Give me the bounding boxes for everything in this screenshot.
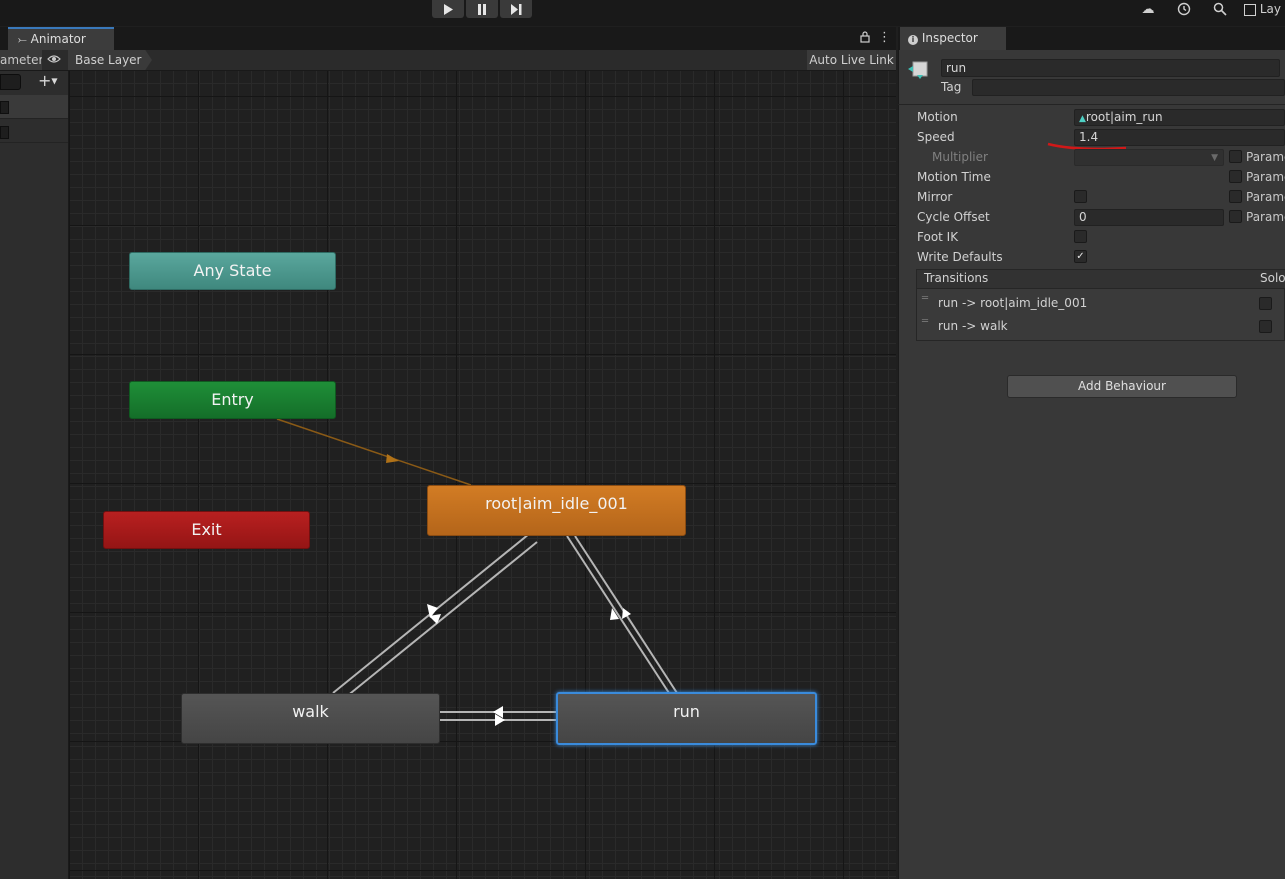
speed-label: Speed [917,130,955,144]
history-icon[interactable] [1174,2,1194,20]
entry-node[interactable]: Entry [129,381,336,419]
checkmark-icon: ✓ [1076,251,1085,262]
tag-input[interactable] [972,79,1285,96]
transition-row[interactable]: ═ run -> walk [917,316,1285,336]
parameter-label: Parame [1246,150,1285,164]
motion-field[interactable]: ▲root|aim_run [1074,109,1285,126]
motion-label: Motion [917,110,958,124]
tab-animator[interactable]: ⤚ Animator [8,27,114,50]
transition-lines [276,418,678,726]
drag-handle-icon: ═ [922,316,929,327]
animator-icon: ⤚ [18,33,27,46]
state-node-walk[interactable]: walk [181,693,440,744]
write-defaults-label: Write Defaults [917,250,1003,264]
solo-header-label: Solo [1260,271,1285,285]
tab-inspector[interactable]: i Inspector [900,27,1006,50]
write-defaults-checkbox[interactable]: ✓ [1074,250,1087,263]
motion-time-parameter-checkbox[interactable] [1229,170,1242,183]
parameter-label: Parame [1246,210,1285,224]
cloud-icon[interactable]: ☁ [1138,2,1158,20]
play-button[interactable] [432,0,464,18]
multiplier-label: Multiplier [932,150,988,164]
breadcrumb-base-layer[interactable]: Base Layer [68,50,152,70]
transition-idle-to-run[interactable] [566,535,670,694]
solo-checkbox[interactable] [1259,297,1272,310]
tab-parameters[interactable]: ameters [0,50,42,70]
pause-button[interactable] [466,0,498,18]
add-parameter-button[interactable]: +▼ [38,73,64,89]
auto-live-link-button[interactable]: Auto Live Link [807,50,896,70]
separator [898,104,1285,105]
layers-dropdown[interactable]: Lay [1244,2,1285,20]
parameters-search-input[interactable] [0,74,21,90]
transition-arrow [386,454,399,463]
cycle-offset-input[interactable]: 0 [1074,209,1224,226]
chevron-down-icon: ▼ [51,76,58,86]
parameter-row[interactable] [0,119,68,143]
chevron-down-icon: ▼ [1211,153,1218,163]
transition-row[interactable]: ═ run -> root|aim_idle_001 [917,293,1285,313]
drag-handle-icon: ═ [922,293,929,304]
layers-icon [1244,3,1256,16]
foot-ik-label: Foot IK [917,230,959,244]
transition-entry-to-idle[interactable] [276,418,472,486]
transition-idle-to-walk[interactable] [340,541,538,702]
pause-icon [478,3,486,15]
default-state-node-idle[interactable]: root|aim_idle_001 [427,485,686,536]
lock-icon[interactable] [860,31,872,45]
add-behaviour-button[interactable]: Add Behaviour [1007,375,1237,398]
transitions-header-label: Transitions [924,271,989,285]
eye-icon[interactable] [47,53,63,67]
mirror-label: Mirror [917,190,953,204]
animator-tabstrip [0,27,896,50]
parameter-checkbox[interactable] [0,101,9,114]
mirror-checkbox[interactable] [1074,190,1087,203]
multiplier-parameter-checkbox[interactable] [1229,150,1242,163]
step-icon [510,3,521,15]
parameter-row[interactable] [0,95,68,119]
any-state-node[interactable]: Any State [129,252,336,290]
info-icon: i [908,35,918,45]
cycle-offset-parameter-checkbox[interactable] [1229,210,1242,223]
cycle-offset-label: Cycle Offset [917,210,990,224]
parameters-panel [0,71,69,879]
top-toolbar [0,0,1285,26]
state-node-run[interactable]: run [556,692,817,745]
step-button[interactable] [500,0,532,18]
multiplier-dropdown[interactable]: ▼ [1074,149,1224,166]
motion-time-label: Motion Time [917,170,991,184]
play-icon [444,3,453,15]
animation-clip-icon: ▲ [1079,114,1086,124]
tag-label: Tag [941,80,962,94]
parameter-label: Parame [1246,190,1285,204]
foot-ik-checkbox[interactable] [1074,230,1087,243]
parameter-checkbox[interactable] [0,126,9,139]
kebab-menu-icon[interactable]: ⋮ [878,30,891,46]
parameter-label: Parame [1246,170,1285,184]
state-name-input[interactable]: run [941,59,1280,77]
state-icon [907,59,931,83]
exit-node[interactable]: Exit [103,511,310,549]
mirror-parameter-checkbox[interactable] [1229,190,1242,203]
solo-checkbox[interactable] [1259,320,1272,333]
transition-arrow [622,608,631,619]
search-icon[interactable] [1210,2,1230,20]
